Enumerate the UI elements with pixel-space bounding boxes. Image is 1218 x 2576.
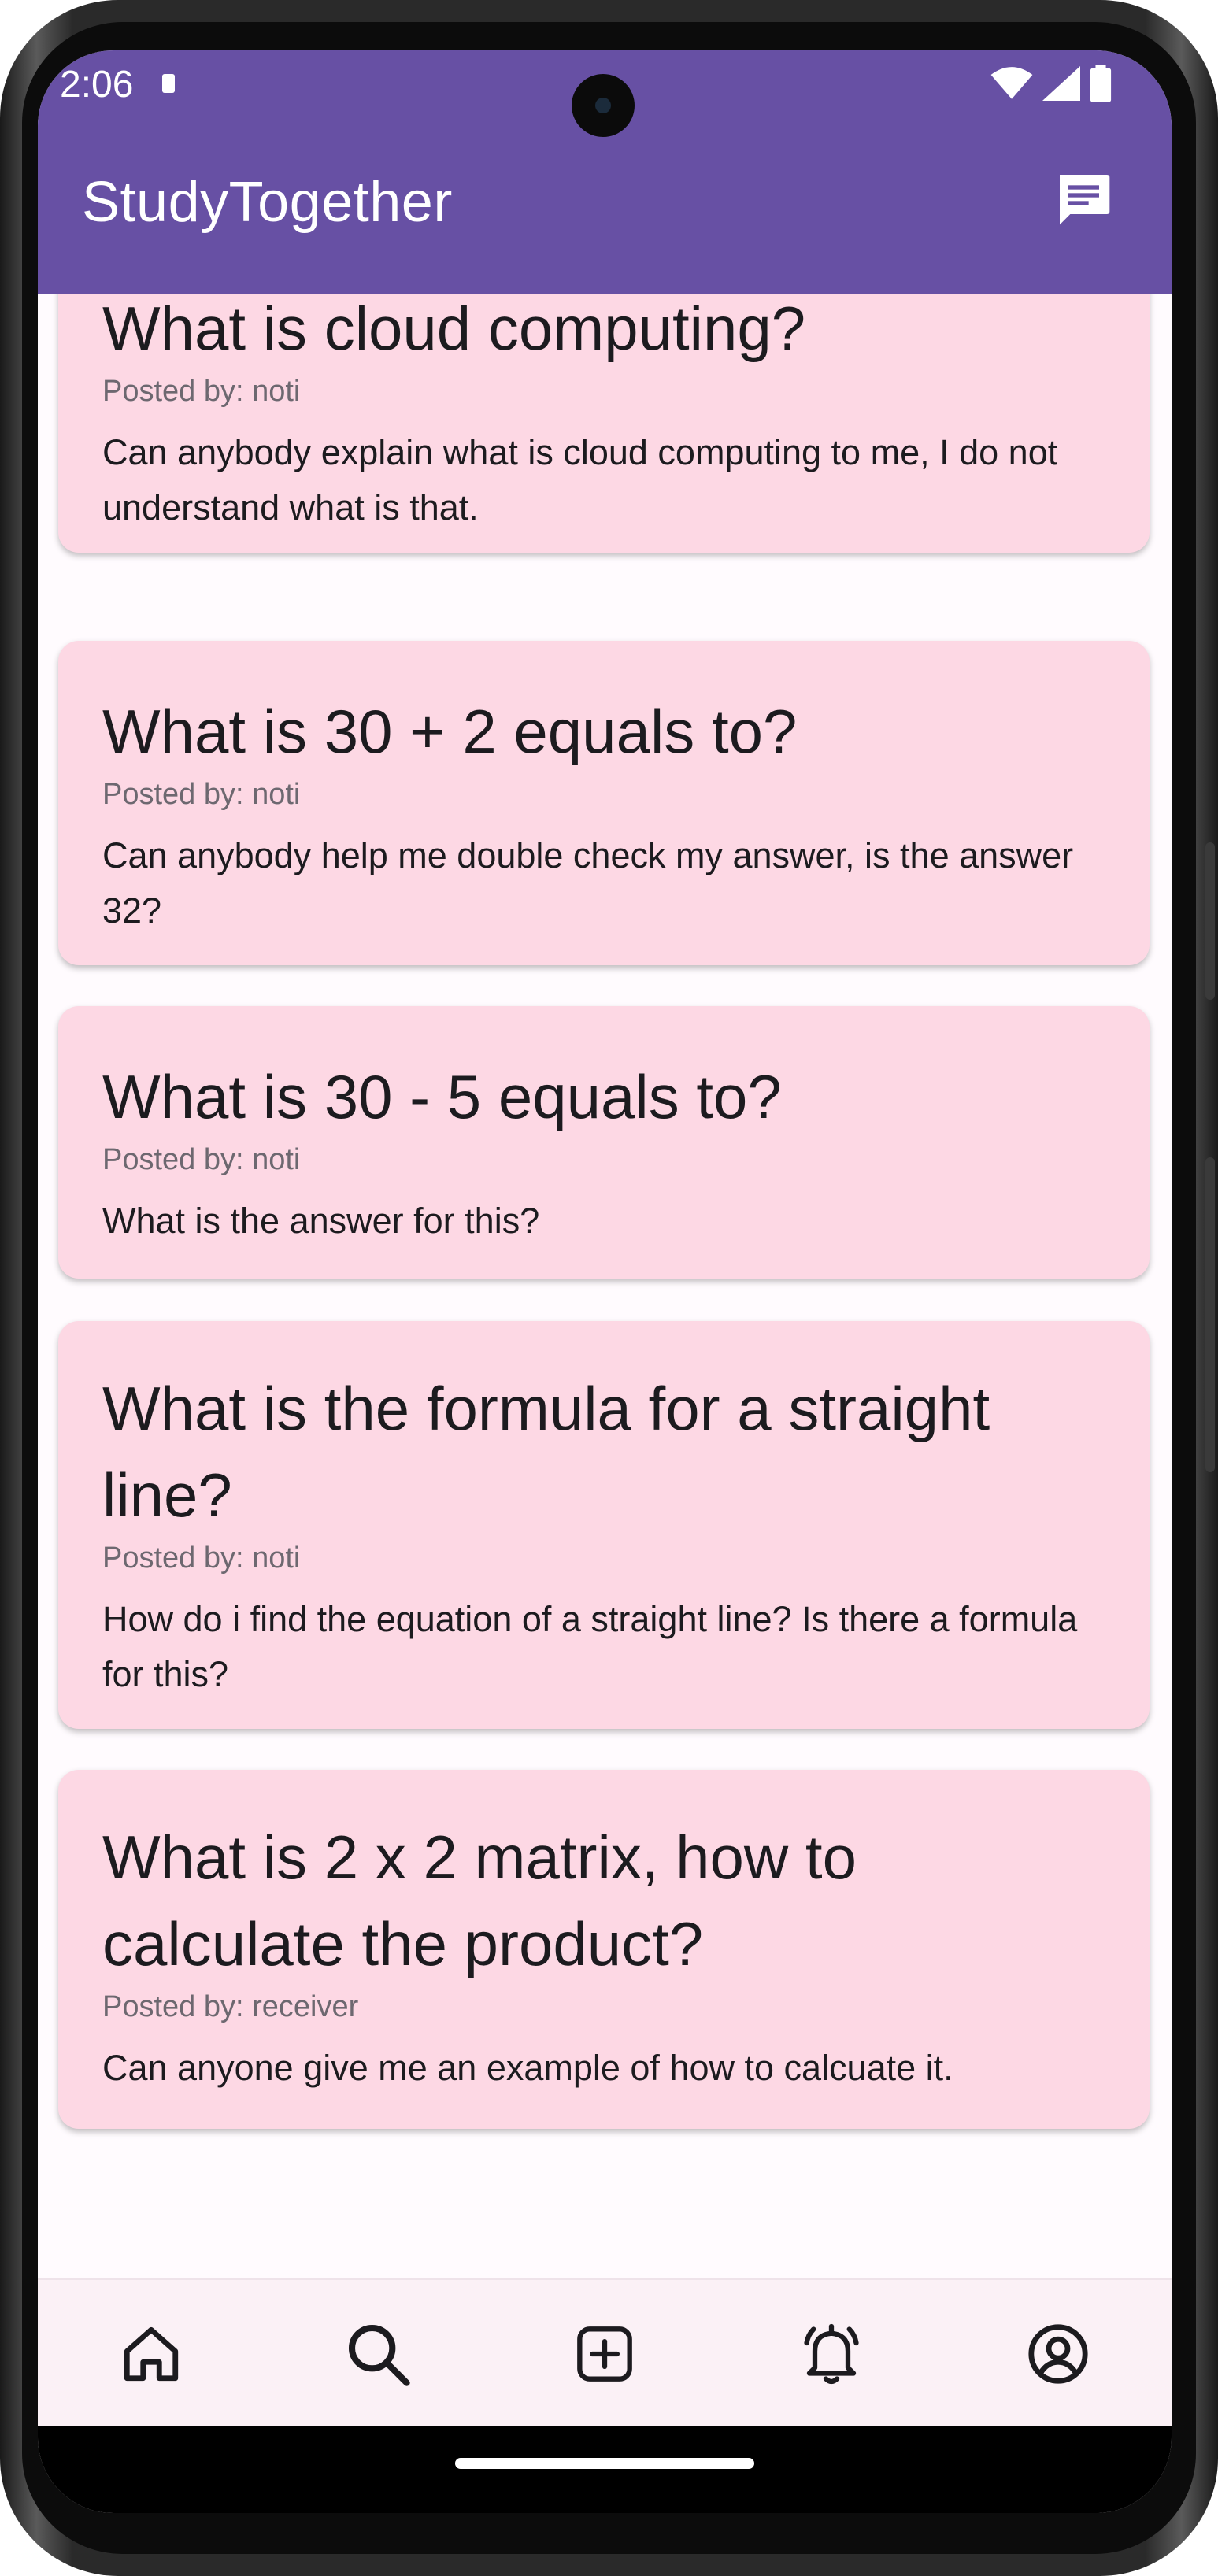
post-body: How do i find the equation of a straight… — [102, 1599, 1078, 1694]
post-title: What is 30 - 5 equals to? — [102, 1062, 782, 1131]
wifi-icon — [990, 67, 1033, 99]
post-title: What is the formula for a straight line? — [102, 1374, 990, 1530]
post-title: What is 2 x 2 matrix, how to calculate t… — [102, 1823, 857, 1978]
nav-home-button[interactable] — [112, 2315, 191, 2393]
nav-notifications-button[interactable] — [792, 2315, 871, 2393]
post-body: Can anybody help me double check my answ… — [102, 835, 1074, 931]
post-body: Can anybody explain what is cloud comput… — [102, 432, 1058, 527]
post-author: Posted by: noti — [102, 375, 301, 408]
post-body: Can anyone give me an example of how to … — [102, 2048, 953, 2088]
nav-add-post-button[interactable] — [565, 2315, 644, 2393]
chat-icon — [1060, 175, 1110, 225]
post-title: What is cloud computing? — [102, 294, 806, 363]
post-author: Posted by: receiver — [102, 1990, 359, 2023]
front-camera — [572, 74, 635, 137]
post-card[interactable]: What is cloud computing? Posted by: noti… — [58, 294, 1150, 553]
power-button — [1205, 842, 1215, 1000]
post-author: Posted by: noti — [102, 1143, 301, 1176]
screen: 2:06 StudyTogether What is cloud computi… — [38, 50, 1172, 2513]
status-time: 2:06 — [60, 64, 134, 105]
post-card[interactable]: What is 2 x 2 matrix, how to calculate t… — [58, 1770, 1150, 2129]
search-icon — [348, 2324, 410, 2386]
post-card[interactable]: What is 30 + 2 equals to? Posted by: not… — [58, 641, 1150, 965]
battery-icon — [1090, 65, 1112, 102]
post-card[interactable]: What is the formula for a straight line?… — [58, 1321, 1150, 1729]
volume-button — [1205, 1157, 1215, 1472]
post-body: What is the answer for this? — [102, 1201, 540, 1241]
home-icon — [124, 2326, 179, 2382]
status-icons — [990, 65, 1112, 102]
post-feed[interactable]: What is cloud computing? Posted by: noti… — [38, 294, 1172, 2278]
post-author: Posted by: noti — [102, 778, 301, 811]
account-circle-icon — [1028, 2324, 1088, 2384]
nav-profile-button[interactable] — [1019, 2315, 1098, 2393]
bottom-navigation — [38, 2278, 1172, 2428]
messages-button[interactable] — [1052, 167, 1115, 230]
notification-dot-icon — [162, 74, 175, 93]
system-navigation-area — [38, 2426, 1172, 2513]
post-card[interactable]: What is 30 - 5 equals to? Posted by: not… — [58, 1006, 1150, 1279]
post-title: What is 30 + 2 equals to? — [102, 697, 798, 766]
add-box-icon — [577, 2326, 632, 2382]
app-bar: 2:06 StudyTogether — [38, 50, 1172, 294]
home-gesture-handle[interactable] — [455, 2458, 754, 2469]
bell-icon — [804, 2323, 859, 2385]
phone-frame: 2:06 StudyTogether What is cloud computi… — [0, 0, 1218, 2576]
app-title: StudyTogether — [82, 171, 453, 234]
cellular-signal-icon — [1042, 66, 1080, 101]
post-author: Posted by: noti — [102, 1542, 301, 1575]
nav-search-button[interactable] — [339, 2315, 417, 2393]
